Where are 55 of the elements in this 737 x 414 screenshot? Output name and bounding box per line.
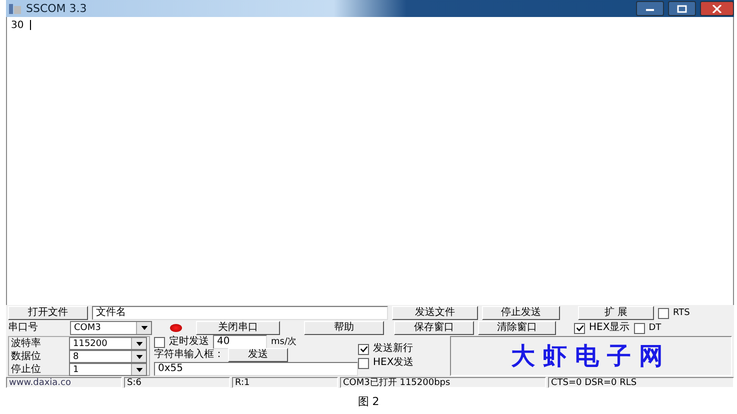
setting-label: 停止位 [11, 364, 42, 376]
setting-select[interactable]: 115200 [69, 337, 147, 350]
status-cell: www.daxia.co [6, 377, 122, 388]
figure-caption: 图 2 [356, 394, 380, 409]
open-file-button[interactable]: 打开文件 [8, 306, 88, 320]
interval-field[interactable]: 40 [213, 335, 267, 349]
expand-button[interactable]: 扩 展 [578, 306, 654, 320]
port-select[interactable]: COM3 [70, 321, 152, 335]
close-button[interactable] [700, 1, 734, 16]
checkbox[interactable] [154, 336, 165, 348]
close-port-button[interactable]: 关闭串口 [196, 321, 280, 335]
receive-area[interactable]: 30 [6, 17, 734, 305]
clear-window-button[interactable]: 清除窗口 [478, 321, 556, 335]
maximize-button[interactable] [668, 1, 696, 16]
window-title: SSCOM 3.3 [26, 2, 87, 15]
setting-label: 波特率 [11, 338, 42, 350]
dropdown-arrow-icon [136, 354, 142, 358]
send-button[interactable]: 发送 [228, 348, 288, 362]
status-cell: CTS=0 DSR=0 RLS [548, 377, 734, 388]
app-icon [8, 2, 22, 14]
setting-select[interactable]: 1 [69, 363, 147, 376]
send-input-field[interactable]: 0x55 [154, 362, 358, 376]
maximize-icon [677, 4, 687, 12]
text-cursor [30, 20, 31, 30]
status-cell: R:1 [232, 377, 338, 388]
received-text: 30 [11, 20, 24, 31]
checkbox-label: DT [648, 322, 662, 334]
setting-label: 数据位 [11, 350, 42, 362]
dropdown-arrow-icon [136, 342, 142, 346]
checkbox-label: HEX发送 [373, 357, 414, 369]
status-cell: COM3已打开 115200bps [340, 377, 546, 388]
checkbox[interactable] [574, 322, 585, 334]
checkbox[interactable] [634, 322, 645, 334]
status-cell: S:6 [124, 377, 230, 388]
checkbox[interactable] [358, 344, 369, 354]
checkbox-label: RTS [673, 307, 690, 319]
stop-send-button[interactable]: 停止发送 [482, 306, 560, 320]
save-window-button[interactable]: 保存窗口 [394, 321, 474, 335]
banner-text: 大虾电子网 [511, 342, 671, 370]
filename-field[interactable]: 文件名 [92, 306, 388, 320]
unit-label: ms/次 [271, 336, 296, 348]
close-icon [712, 4, 722, 12]
checkbox[interactable] [358, 358, 369, 368]
send-file-button[interactable]: 发送文件 [392, 306, 478, 320]
checkbox-label: HEX显示 [589, 322, 630, 334]
checkbox[interactable] [658, 308, 669, 318]
help-button[interactable]: 帮助 [304, 321, 384, 335]
dropdown-arrow-icon [136, 368, 142, 372]
input-label: 字符串输入框： [154, 349, 224, 361]
checkbox-label: 发送新行 [373, 343, 413, 355]
checkbox-label: 定时发送 [169, 336, 209, 348]
port-label: 串口号 [8, 322, 39, 334]
minimize-button[interactable] [636, 1, 664, 16]
dropdown-arrow-icon [140, 326, 148, 330]
setting-select[interactable]: 8 [69, 350, 147, 363]
